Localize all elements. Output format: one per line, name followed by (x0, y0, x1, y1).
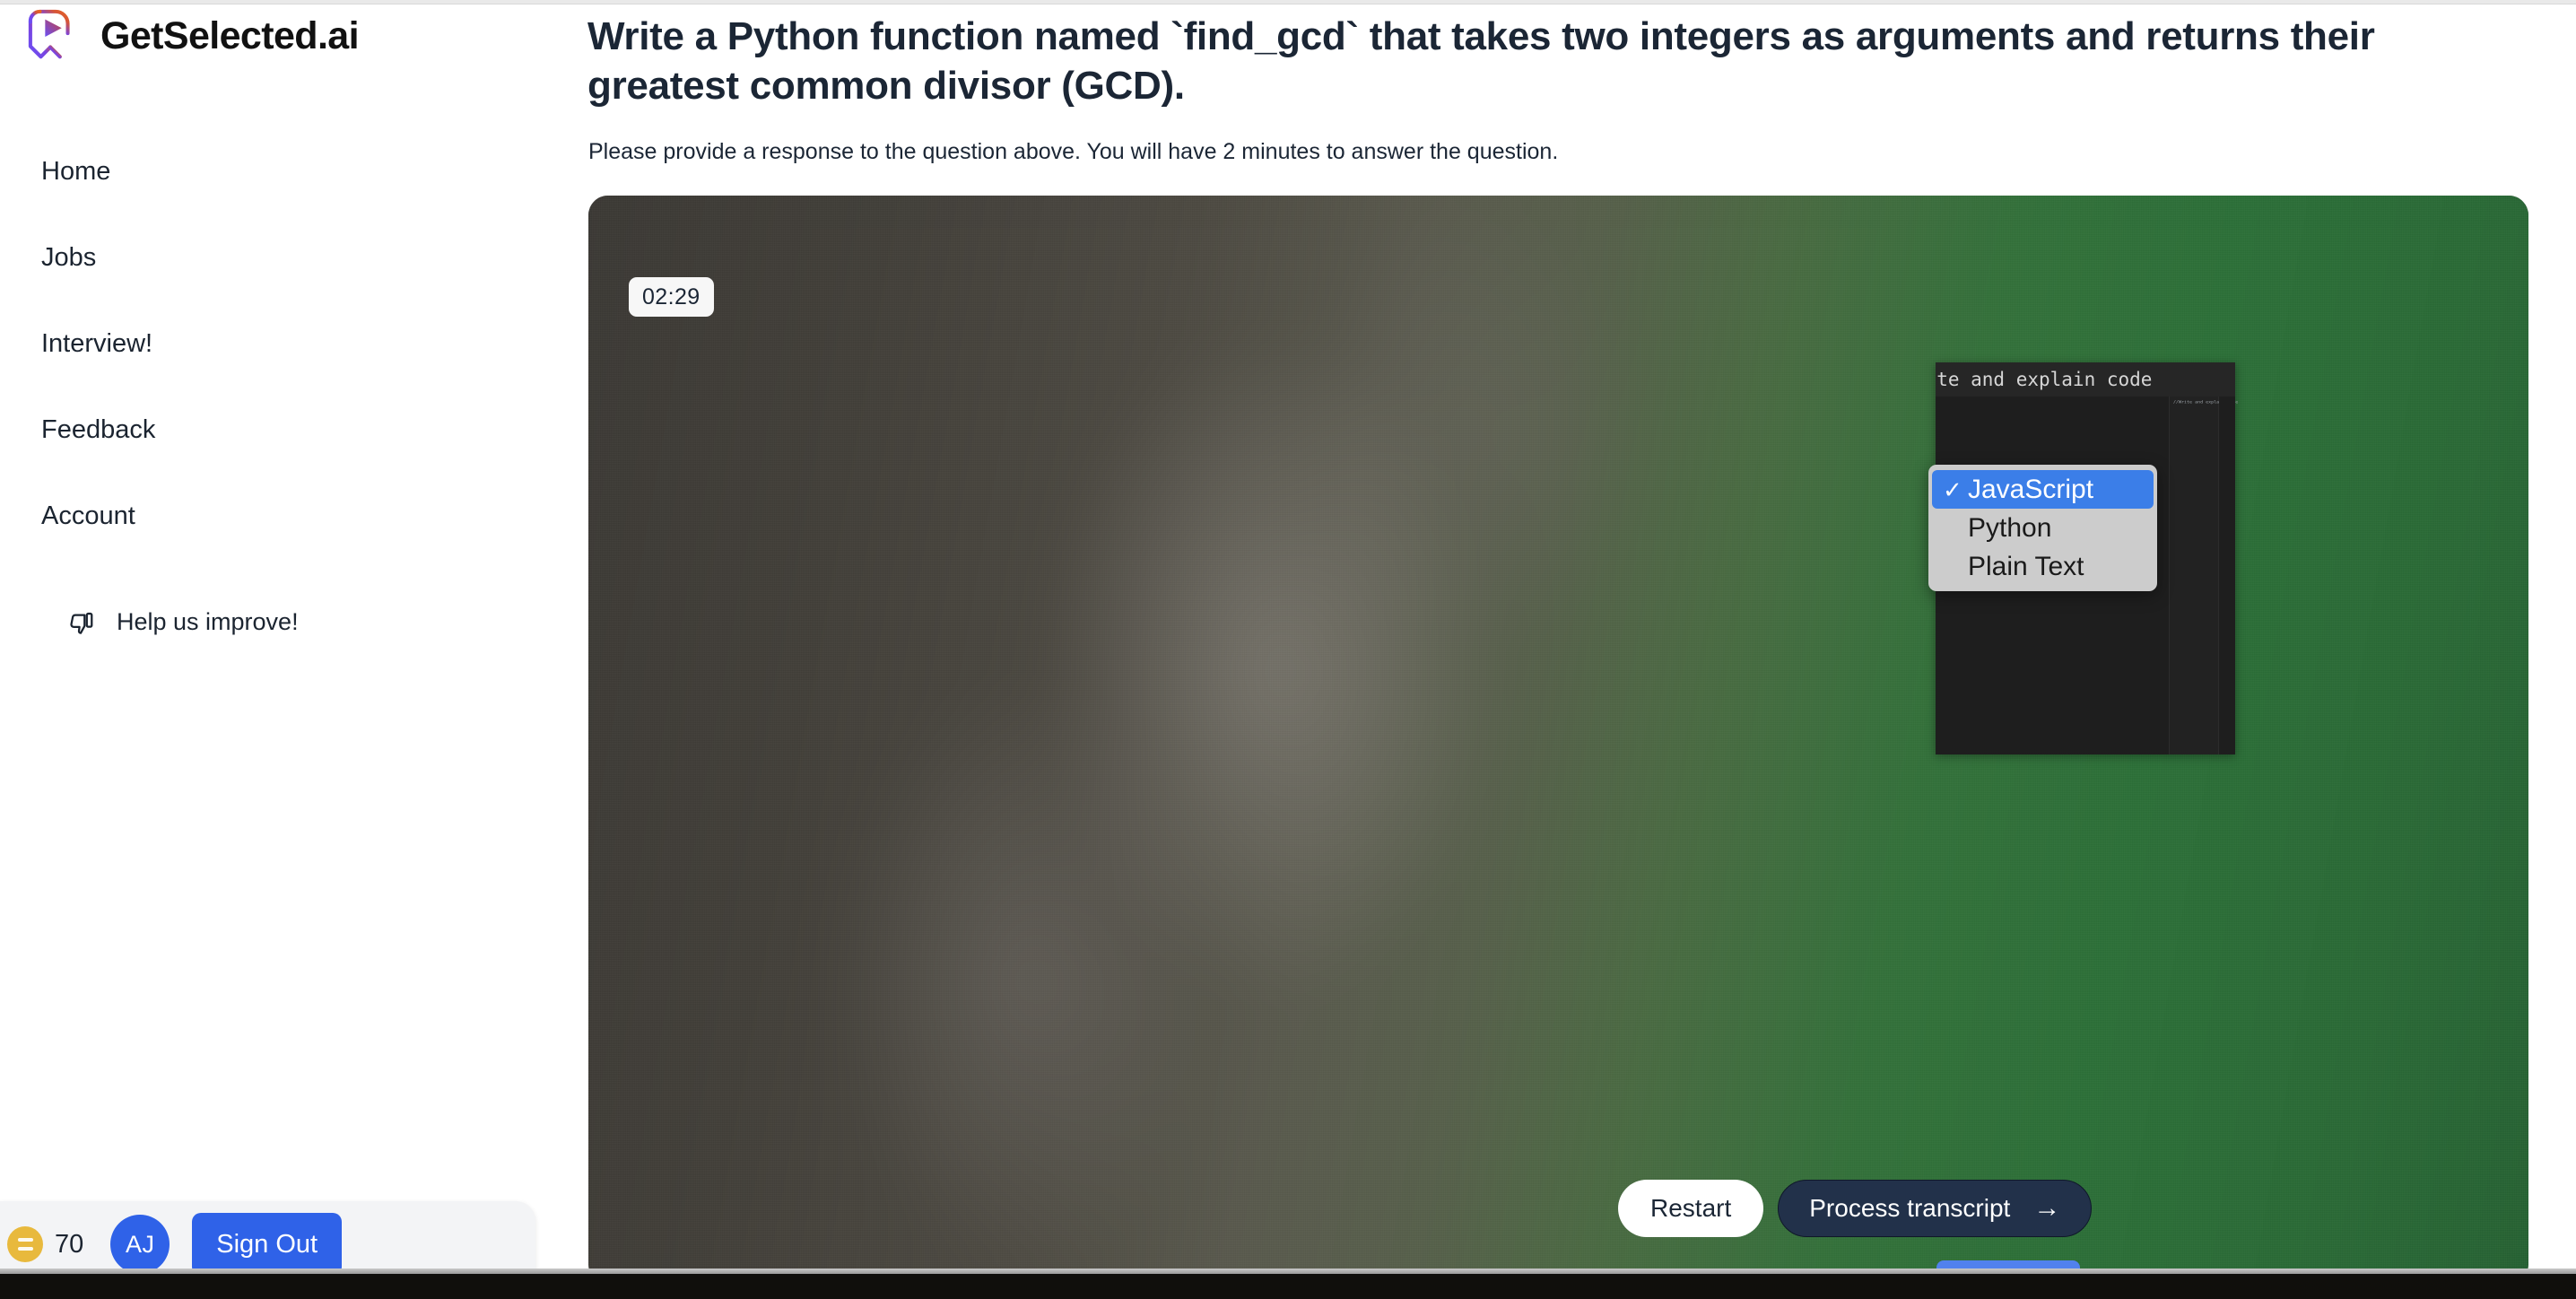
language-option-label: Plain Text (1968, 551, 2084, 581)
process-transcript-label: Process transcript (1809, 1194, 2011, 1222)
sidebar: GetSelected.ai Home Jobs Interview! Feed… (0, 4, 587, 1299)
sidebar-nav: Home Jobs Interview! Feedback Account (41, 159, 418, 529)
thumbs-down-icon (70, 612, 93, 634)
credits-count: 70 (55, 1229, 84, 1259)
brand-name: GetSelected.ai (100, 13, 360, 57)
stage-action-buttons: Restart Process transcript → (1618, 1180, 2093, 1237)
credits-display: 70 (7, 1226, 83, 1262)
play-arrow-logo-icon (28, 9, 70, 59)
sidebar-item-jobs[interactable]: Jobs (41, 245, 418, 271)
language-select-menu[interactable]: ✓ JavaScript Python Plain Text (1928, 465, 2157, 591)
brand[interactable]: GetSelected.ai (27, 8, 360, 64)
language-option-javascript[interactable]: ✓ JavaScript (1932, 470, 2154, 509)
countdown-timer: 02:29 (629, 277, 714, 317)
sidebar-item-home[interactable]: Home (41, 159, 418, 185)
coin-icon (7, 1226, 43, 1262)
process-transcript-button[interactable]: Process transcript → (1778, 1180, 2093, 1237)
app-root: GetSelected.ai Home Jobs Interview! Feed… (0, 0, 2576, 1299)
language-option-label: JavaScript (1968, 474, 2094, 504)
window-bottom-edge (0, 1274, 2576, 1299)
restart-button[interactable]: Restart (1618, 1180, 1764, 1237)
code-editor-scrollbar[interactable] (2219, 397, 2235, 754)
code-editor-minimap[interactable]: //Write and explain code (2169, 397, 2238, 754)
code-editor-first-line: //Write and explain code (1936, 362, 2235, 397)
help-us-improve-label: Help us improve! (117, 607, 299, 635)
avatar[interactable]: AJ (110, 1215, 170, 1274)
sidebar-item-feedback[interactable]: Feedback (41, 417, 418, 443)
help-us-improve-button[interactable]: Help us improve! (68, 607, 299, 636)
question-subtitle: Please provide a response to the questio… (588, 139, 1559, 164)
sign-out-button[interactable]: Sign Out (192, 1213, 343, 1276)
language-option-plain-text[interactable]: Plain Text (1932, 547, 2154, 586)
interview-video-stage: 02:29 //Write and explain code //Write a… (588, 196, 2528, 1284)
language-option-python[interactable]: Python (1932, 509, 2154, 547)
language-option-label: Python (1968, 512, 2052, 543)
arrow-right-icon: → (2033, 1193, 2061, 1223)
main-content: Write a Python function named `find_gcd`… (587, 4, 2576, 1299)
sidebar-item-account[interactable]: Account (41, 503, 418, 529)
question-title: Write a Python function named `find_gcd`… (587, 14, 2375, 109)
sidebar-item-interview[interactable]: Interview! (41, 331, 418, 357)
checkmark-icon: ✓ (1943, 475, 1962, 503)
code-editor-code-text: //Write and explain code (1936, 369, 2153, 390)
video-vignette (588, 196, 2528, 1284)
